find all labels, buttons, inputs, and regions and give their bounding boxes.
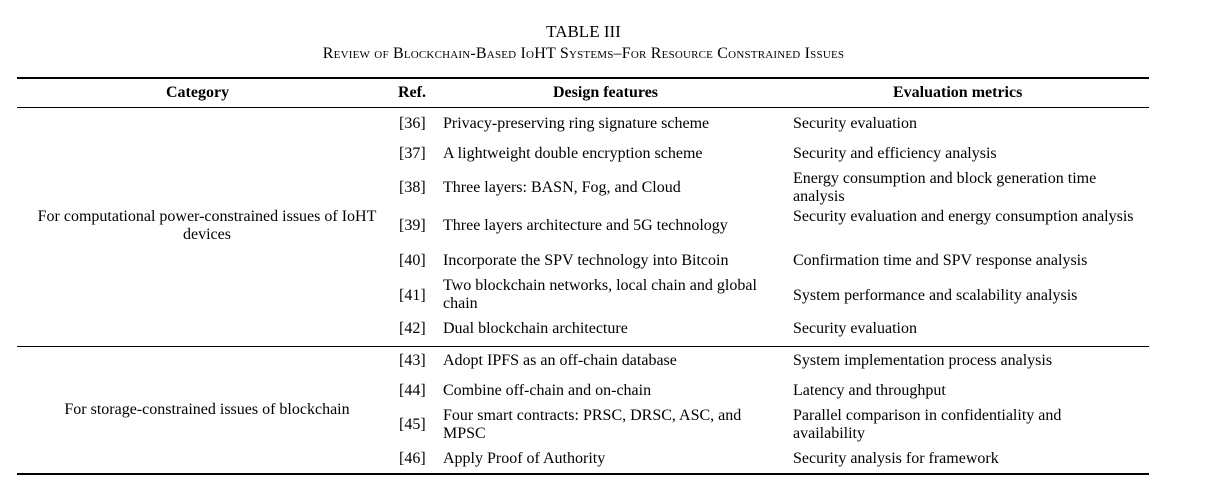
metrics-cell: Security and efficiency analysis: [793, 145, 997, 162]
table-top-rule: [17, 77, 1149, 79]
table-title: Review of Blockchain-Based IoHT Systems–…: [322, 45, 845, 62]
ref-cell: [40]: [399, 252, 426, 269]
metrics-cell: Security evaluation: [793, 320, 917, 337]
ref-cell: [38]: [399, 179, 426, 196]
design-cell: Incorporate the SPV technology into Bitc…: [443, 252, 729, 269]
design-cell: Two blockchain networks, local chain and…: [443, 277, 757, 312]
design-cell: Privacy-preserving ring signature scheme: [443, 115, 710, 132]
design-cell: A lightweight double encryption scheme: [443, 145, 703, 162]
design-cell: Three layers architecture and 5G technol…: [443, 217, 728, 234]
ref-cell: [43]: [399, 352, 426, 369]
category-computational: For computational power-constrained issu…: [37, 208, 377, 243]
ref-cell: [41]: [399, 287, 426, 304]
header-evaluation-metrics: Evaluation metrics: [893, 84, 1023, 101]
metrics-cell: Security analysis for framework: [793, 450, 999, 467]
metrics-cell: Parallel comparison in confidentiality a…: [793, 407, 1062, 442]
design-cell: Combine off-chain and on-chain: [443, 382, 652, 399]
table-header-rule: [17, 107, 1149, 108]
ref-cell: [39]: [399, 217, 426, 234]
ref-cell: [45]: [399, 416, 426, 433]
header-category: Category: [166, 84, 230, 101]
metrics-cell: System performance and scalability analy…: [793, 287, 1078, 304]
ref-cell: [36]: [399, 115, 426, 132]
table-number: TABLE III: [546, 22, 621, 41]
ref-cell: [46]: [399, 450, 426, 467]
design-cell: Four smart contracts: PRSC, DRSC, ASC, a…: [443, 407, 742, 442]
ref-cell: [37]: [399, 145, 426, 162]
header-ref: Ref.: [398, 84, 426, 101]
table-bottom-rule: [17, 473, 1149, 475]
category-storage: For storage-constrained issues of blockc…: [64, 401, 350, 418]
ref-cell: [42]: [399, 320, 426, 337]
ref-cell: [44]: [399, 382, 426, 399]
metrics-cell: System implementation process analysis: [793, 352, 1053, 369]
metrics-cell: Security evaluation: [793, 115, 917, 132]
design-cell: Adopt IPFS as an off-chain database: [443, 352, 677, 369]
metrics-cell: Confirmation time and SPV response analy…: [793, 252, 1088, 269]
metrics-cell: Energy consumption and block generation …: [793, 170, 1097, 205]
design-cell: Apply Proof of Authority: [443, 450, 606, 467]
design-cell: Three layers: BASN, Fog, and Cloud: [443, 179, 681, 196]
metrics-cell: Security evaluation and energy consumpti…: [793, 208, 1134, 225]
group-divider-rule: [17, 346, 1149, 347]
header-design-features: Design features: [553, 84, 659, 101]
metrics-cell: Latency and throughput: [793, 382, 946, 399]
design-cell: Dual blockchain architecture: [443, 320, 628, 337]
